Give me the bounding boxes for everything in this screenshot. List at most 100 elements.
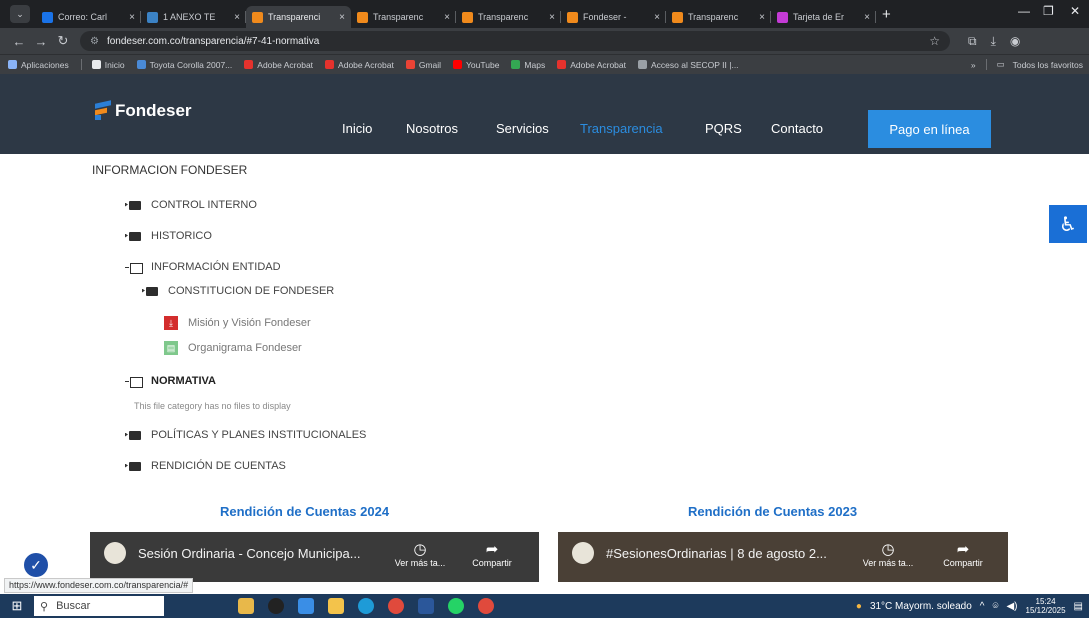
bookmark-item[interactable]: Adobe Acrobat <box>325 60 394 70</box>
tab-close-icon[interactable]: × <box>654 12 660 23</box>
watch-later-button[interactable]: ◷ Ver más ta... <box>858 540 918 568</box>
channel-avatar <box>104 542 126 564</box>
browser-tab[interactable]: Transparenc × <box>456 6 561 28</box>
category-label: HISTORICO <box>151 230 212 242</box>
folder-open-icon <box>125 376 143 388</box>
chat-widget-button[interactable]: ✓ <box>22 551 50 579</box>
network-icon[interactable]: ⌾ <box>992 601 998 612</box>
back-icon[interactable]: ← <box>8 34 30 49</box>
all-bookmarks-link[interactable]: Todos los favoritos <box>1013 60 1083 70</box>
bookmark-item[interactable]: Adobe Acrobat <box>244 60 313 70</box>
bookmark-item[interactable]: YouTube <box>453 60 499 70</box>
video-title[interactable]: #SesionesOrdinarias | 8 de agosto 2... <box>606 546 827 561</box>
file-mision-vision[interactable]: ⤓ Misión y Visión Fondeser <box>164 316 311 330</box>
file-explorer-icon[interactable] <box>328 598 344 614</box>
logo-text: Fondeser <box>115 101 192 120</box>
browser-tab[interactable]: Transparenc × <box>351 6 456 28</box>
category-normativa[interactable]: NORMATIVA <box>125 375 216 388</box>
category-historico[interactable]: HISTORICO <box>125 230 212 242</box>
url-text: fondeser.com.co/transparencia/#7-41-norm… <box>106 35 320 47</box>
category-politicas[interactable]: POLÍTICAS Y PLANES INSTITUCIONALES <box>125 429 366 441</box>
site-logo[interactable]: Fondeser <box>95 100 192 121</box>
nav-transparencia[interactable]: Transparencia <box>580 121 663 136</box>
tab-close-icon[interactable]: × <box>444 12 450 23</box>
nav-nosotros[interactable]: Nosotros <box>406 121 458 136</box>
tab-favicon-icon <box>567 11 578 23</box>
bookmark-item[interactable]: Maps <box>511 60 545 70</box>
tab-close-icon[interactable]: × <box>549 12 555 23</box>
video-embed-2023[interactable]: #SesionesOrdinarias | 8 de agosto 2... ◷… <box>558 532 1008 582</box>
restore-icon[interactable]: ❐ <box>1043 4 1054 18</box>
share-button[interactable]: ➦ Compartir <box>933 540 993 568</box>
category-control-interno[interactable]: CONTROL INTERNO <box>125 199 257 211</box>
browser-tab[interactable]: Correo: Carl × <box>36 6 141 28</box>
volume-icon[interactable]: ◀) <box>1006 601 1017 612</box>
browser-tab[interactable]: 1 ANEXO TE × <box>141 6 246 28</box>
sparkle-icon[interactable] <box>238 598 254 614</box>
word-icon[interactable] <box>418 598 434 614</box>
new-tab-button[interactable]: + <box>882 6 891 23</box>
edge-icon[interactable] <box>358 598 374 614</box>
chrome-icon[interactable] <box>388 598 404 614</box>
video-title[interactable]: Sesión Ordinaria - Concejo Municipa... <box>138 546 361 561</box>
nav-servicios[interactable]: Servicios <box>496 121 549 136</box>
bookmark-star-icon[interactable]: ☆ <box>929 34 940 48</box>
tray-chevron-icon[interactable]: ^ <box>980 601 985 612</box>
bookmark-label: Aplicaciones <box>21 59 69 70</box>
pay-online-button[interactable]: Pago en línea <box>868 110 991 148</box>
tab-favicon-icon <box>777 11 788 23</box>
minimize-icon[interactable]: — <box>1018 4 1030 18</box>
folder-closed-icon <box>125 231 141 242</box>
share-button[interactable]: ➦ Compartir <box>462 540 522 568</box>
bookmark-item[interactable]: Inicio <box>91 60 125 70</box>
camera-app-icon[interactable] <box>268 598 284 614</box>
profile-icon[interactable]: ◉ <box>1010 34 1020 49</box>
copilot-icon[interactable] <box>298 598 314 614</box>
download-icon[interactable]: ⤓ <box>991 34 996 49</box>
taskbar-search-input[interactable]: ⚲ Buscar <box>34 596 164 616</box>
browser-tab[interactable]: Fondeser - × <box>561 6 666 28</box>
weather-text[interactable]: 31°C Mayorm. soleado <box>870 601 972 612</box>
reload-icon[interactable]: ↻ <box>52 33 74 49</box>
whatsapp-icon[interactable] <box>448 598 464 614</box>
bookmark-favicon-icon <box>8 60 17 69</box>
bookmark-item[interactable]: Acceso al SECOP II |... <box>637 60 739 70</box>
forward-icon[interactable]: → <box>30 34 52 49</box>
site-info-icon[interactable]: ⚙ <box>90 36 99 47</box>
extensions-icon[interactable]: ⧉ <box>968 34 977 49</box>
chrome-profile-icon[interactable] <box>478 598 494 614</box>
nav-inicio[interactable]: Inicio <box>342 121 372 136</box>
watch-later-button[interactable]: ◷ Ver más ta... <box>390 540 450 568</box>
category-rendicion[interactable]: RENDICIÓN DE CUENTAS <box>125 460 286 472</box>
bookmark-label: Maps <box>524 59 546 70</box>
file-label: Misión y Visión Fondeser <box>188 317 311 329</box>
windows-start-icon[interactable]: ⊞ <box>0 598 34 614</box>
bookmark-item[interactable]: Toyota Corolla 2007... <box>136 60 232 70</box>
browser-tab[interactable]: Transparenc × <box>666 6 771 28</box>
accessibility-button[interactable]: ♿︎ <box>1049 205 1087 243</box>
browser-tab[interactable]: Tarjeta de Er × <box>771 6 876 28</box>
nav-pqrs[interactable]: PQRS <box>705 121 742 136</box>
tab-search-button[interactable]: ⌄ <box>10 5 30 23</box>
bookmark-item[interactable]: Aplicaciones <box>8 60 69 70</box>
bookmark-item[interactable]: Gmail <box>405 60 441 70</box>
main-content: INFORMACION FONDESER CONTROL INTERNO HIS… <box>0 154 1089 582</box>
url-input[interactable]: ⚙ fondeser.com.co/transparencia/#7-41-no… <box>80 31 950 51</box>
tab-favicon-icon <box>42 11 53 23</box>
bookmark-item[interactable]: Adobe Acrobat <box>557 60 626 70</box>
bookmarks-overflow[interactable]: » <box>971 60 976 70</box>
category-informacion-entidad[interactable]: INFORMACIÓN ENTIDAD <box>125 261 281 274</box>
close-window-icon[interactable]: ✕ <box>1070 4 1080 18</box>
video-embed-2024[interactable]: Sesión Ordinaria - Concejo Municipa... ◷… <box>90 532 539 582</box>
browser-tab[interactable]: Transparenci × <box>246 6 351 28</box>
nav-contacto[interactable]: Contacto <box>771 121 823 136</box>
file-organigrama[interactable]: ▤ Organigrama Fondeser <box>164 341 302 355</box>
category-constitucion[interactable]: CONSTITUCION DE FONDESER <box>142 285 334 297</box>
tab-close-icon[interactable]: × <box>234 12 240 23</box>
clock[interactable]: 15:24 15/12/2025 <box>1026 597 1066 615</box>
tab-close-icon[interactable]: × <box>759 12 765 23</box>
tab-close-icon[interactable]: × <box>864 12 870 23</box>
notifications-icon[interactable]: ▤ <box>1074 601 1083 612</box>
tab-close-icon[interactable]: × <box>339 12 345 23</box>
tab-close-icon[interactable]: × <box>129 12 135 23</box>
